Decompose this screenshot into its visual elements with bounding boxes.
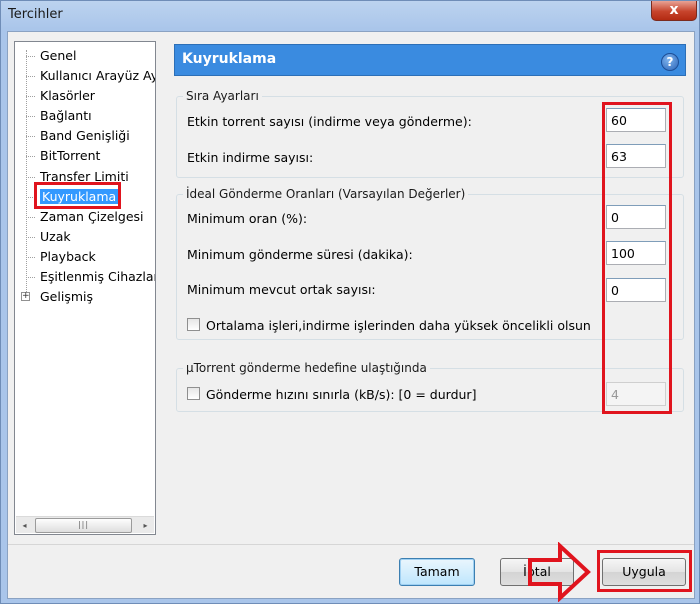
limit-upload-checkbox[interactable] xyxy=(187,387,200,400)
tree-item-gelismis[interactable]: + Gelişmiş xyxy=(15,287,155,307)
tree-item-label: Playback xyxy=(40,248,96,264)
annotation-arrow-icon xyxy=(528,542,591,602)
tree-item-label: Kullanıcı Arayüz Ay xyxy=(40,68,156,84)
tree-item-zaman-cizelgesi[interactable]: Zaman Çizelgesi xyxy=(15,207,155,227)
tree-item-label: Genel xyxy=(40,48,77,63)
highlight-box-inputs xyxy=(602,102,672,414)
active-downloads-label: Etkin indirme sayısı: xyxy=(187,150,314,165)
tree-item-label: Eşitlenmiş Cihazlar xyxy=(40,269,156,285)
close-icon: x xyxy=(669,2,679,18)
help-icon[interactable]: ? xyxy=(661,53,679,71)
tree-item-bittorrent[interactable]: BitTorrent xyxy=(15,146,155,166)
tree-item-label: Gelişmiş xyxy=(40,289,93,305)
min-peers-label: Minimum mevcut ortak sayısı: xyxy=(187,282,376,297)
tree-item-uzak[interactable]: Uzak xyxy=(15,227,155,247)
panel-title: Kuyruklama xyxy=(182,51,277,67)
highlight-box-tree-item xyxy=(34,182,121,209)
min-ratio-label: Minimum oran (%): xyxy=(187,211,308,226)
close-button[interactable]: x xyxy=(651,1,697,21)
tree-item-band-genisligi[interactable]: Band Genişliği xyxy=(15,126,155,146)
group-title: Sıra Ayarları xyxy=(183,89,262,103)
tree-item-label: Klasörler xyxy=(40,88,95,104)
tree-horizontal-scrollbar[interactable]: ◂ ||| ▸ xyxy=(16,516,154,533)
group-title: İdeal Gönderme Oranları (Varsayılan Değe… xyxy=(183,187,469,201)
tree-item-klasorler[interactable]: Klasörler xyxy=(15,86,155,106)
preferences-window: Tercihler x Genel Kullanıcı Arayüz Ay Kl… xyxy=(0,0,700,604)
tree-item-label: Band Genişliği xyxy=(40,128,130,144)
scroll-left-icon[interactable]: ◂ xyxy=(16,517,33,534)
tree-item-label: Uzak xyxy=(40,228,71,244)
scroll-thumb[interactable]: ||| xyxy=(35,518,132,533)
active-torrents-label: Etkin torrent sayısı (indirme veya gönde… xyxy=(187,114,472,129)
limit-upload-label: Gönderme hızını sınırla (kB/s): [0 = dur… xyxy=(206,387,477,402)
prioritize-seeding-checkbox[interactable] xyxy=(187,318,200,331)
queueing-panel: Kuyruklama ? Sıra Ayarları Etkin torrent… xyxy=(174,44,686,464)
tree-item-label: BitTorrent xyxy=(40,148,101,164)
prioritize-seeding-label: Ortalama işleri,indirme işlerinden daha … xyxy=(206,318,591,333)
tree-items: Genel Kullanıcı Arayüz Ay Klasörler Bağl… xyxy=(15,46,155,307)
group-title: µTorrent gönderme hedefine ulaştığında xyxy=(183,361,430,375)
tree-item-genel[interactable]: Genel xyxy=(15,46,155,66)
settings-tree[interactable]: Genel Kullanıcı Arayüz Ay Klasörler Bağl… xyxy=(14,41,156,535)
tree-item-kullanici-arayuz[interactable]: Kullanıcı Arayüz Ay xyxy=(15,66,155,86)
tree-item-baglanti[interactable]: Bağlantı xyxy=(15,106,155,126)
tree-item-label: Bağlantı xyxy=(40,108,92,124)
min-seed-time-label: Minimum gönderme süresi (dakika): xyxy=(187,247,413,262)
scroll-right-icon[interactable]: ▸ xyxy=(137,517,154,534)
tree-item-playback[interactable]: Playback xyxy=(15,247,155,267)
ok-button[interactable]: Tamam xyxy=(399,558,475,586)
tree-item-label: Zaman Çizelgesi xyxy=(40,208,144,224)
title-bar[interactable]: Tercihler x xyxy=(1,1,700,31)
highlight-box-apply xyxy=(597,550,692,592)
window-title: Tercihler xyxy=(8,7,63,22)
expand-plus-icon[interactable]: + xyxy=(21,292,30,302)
panel-header: Kuyruklama ? xyxy=(174,44,686,76)
dialog-body: Genel Kullanıcı Arayüz Ay Klasörler Bağl… xyxy=(7,31,695,602)
tree-item-esitlenmis-cihazlar[interactable]: Eşitlenmiş Cihazlar xyxy=(15,267,155,287)
